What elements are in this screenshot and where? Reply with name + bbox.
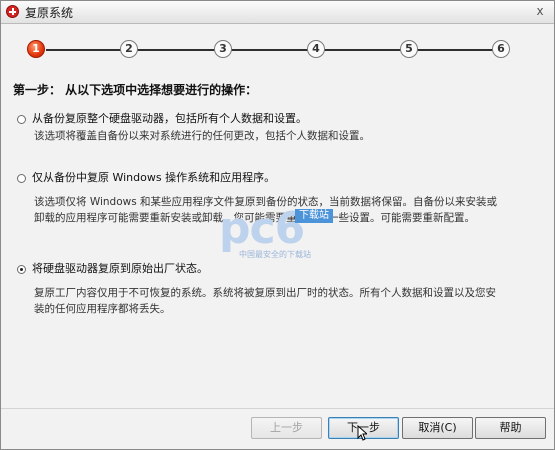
page-heading: 第一步： 从以下选项中选择想要进行的操作：: [13, 83, 258, 97]
step-2: 2: [120, 40, 138, 58]
title-bar[interactable]: 复原系统 x: [1, 1, 554, 24]
watermark-subtitle: 中国最安全的下载站: [239, 250, 311, 259]
wizard-progress: 1 2 3 4 5 6: [1, 38, 555, 64]
option-description: 复原工厂内容仅用于不可恢复的系统。系统将被复原到出厂时的状态。所有个人数据和设置…: [34, 285, 496, 317]
step-3: 3: [214, 40, 232, 58]
option-label: 将硬盘驱动器复原到原始出厂状态。: [32, 262, 208, 275]
description-line: 装的任何应用程序都将丢失。: [34, 303, 171, 315]
option-factory-reset[interactable]: 将硬盘驱动器复原到原始出厂状态。: [17, 260, 208, 276]
cancel-button[interactable]: 取消(C): [402, 417, 473, 439]
option-label: 从备份复原整个硬盘驱动器，包括所有个人数据和设置。: [32, 112, 307, 125]
step-5: 5: [400, 40, 418, 58]
description-line: 该选项将覆盖自备份以来对系统进行的任何更改，包括个人数据和设置。: [34, 130, 370, 142]
footer-divider: [1, 408, 554, 409]
description-line: 复原工厂内容仅用于不可恢复的系统。系统将被复原到出厂时的状态。所有个人数据和设置…: [34, 287, 496, 299]
prev-button[interactable]: 上一步: [251, 417, 322, 439]
option-description: 该选项将覆盖自备份以来对系统进行的任何更改，包括个人数据和设置。: [34, 128, 370, 144]
mouse-cursor-icon: [357, 425, 367, 441]
radio-button[interactable]: [17, 173, 26, 183]
progress-line: [46, 49, 501, 51]
option-restore-windows-only[interactable]: 仅从备份中复原 Windows 操作系统和应用程序。: [17, 169, 275, 185]
radio-button-selected[interactable]: [17, 264, 26, 274]
radio-button[interactable]: [17, 114, 26, 124]
step-4: 4: [307, 40, 325, 58]
watermark-logo: pc6: [219, 203, 305, 254]
help-button[interactable]: 帮助: [475, 417, 546, 439]
step-6: 6: [492, 40, 510, 58]
option-label: 仅从备份中复原 Windows 操作系统和应用程序。: [32, 171, 276, 184]
app-icon: [6, 5, 19, 18]
restore-system-window: 复原系统 x 1 2 3 4 5 6 第一步： 从以下选项中选择想要进行的操作：…: [0, 0, 555, 450]
step-1: 1: [27, 40, 45, 58]
window-title: 复原系统: [25, 6, 74, 20]
watermark: pc6 下载站 中国最安全的下载站: [219, 205, 369, 261]
close-button[interactable]: x: [532, 4, 548, 19]
watermark-tag: 下载站: [295, 209, 333, 223]
option-restore-full-drive[interactable]: 从备份复原整个硬盘驱动器，包括所有个人数据和设置。: [17, 110, 307, 126]
